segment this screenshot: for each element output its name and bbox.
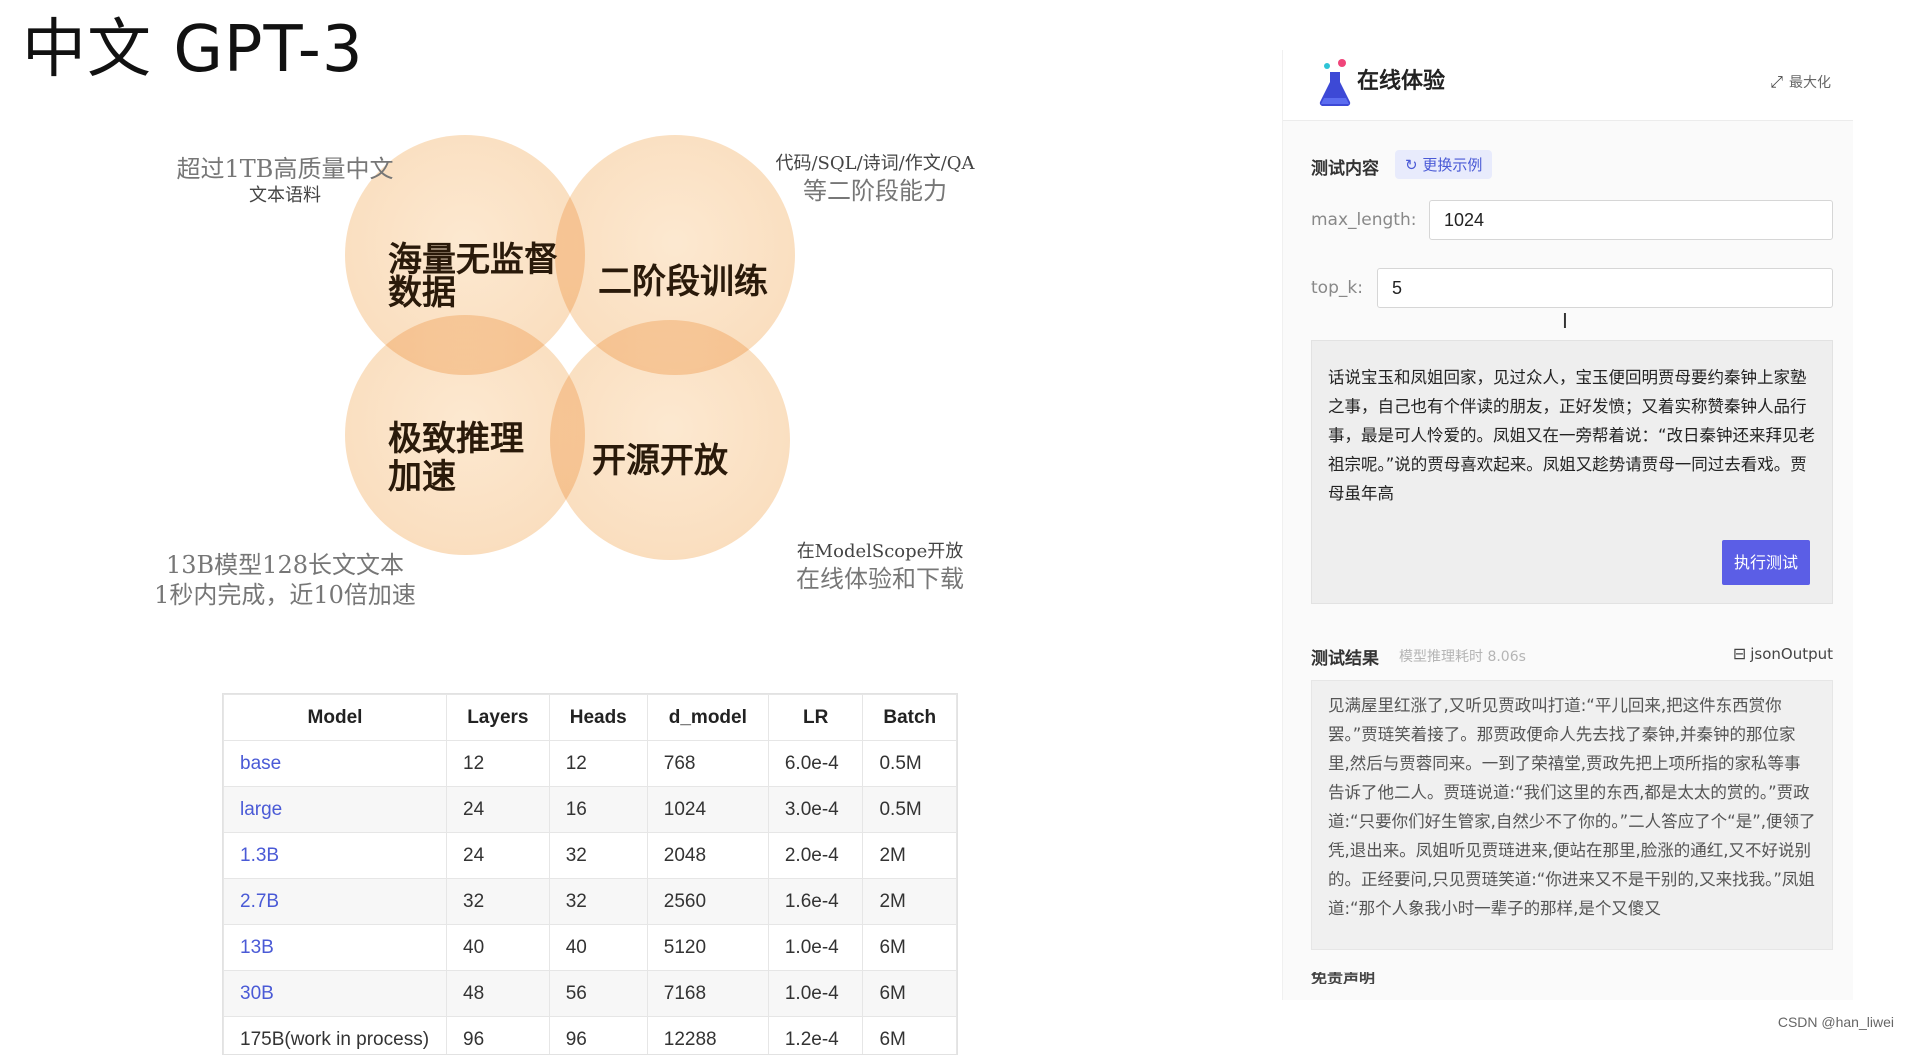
cell: 12288 [647, 1017, 768, 1055]
cell: 40 [549, 925, 647, 971]
table-header-row: Model Layers Heads d_model LR Batch [224, 695, 957, 741]
maximize-button[interactable]: ⤢ 最大化 [1770, 68, 1831, 97]
cell: 2M [863, 833, 957, 879]
table-row: 13B 40 40 5120 1.0e-4 6M [224, 925, 957, 971]
top-k-input[interactable]: 5 [1377, 268, 1833, 308]
json-output-label: jsonOutput [1750, 645, 1833, 663]
prompt-textarea[interactable]: 话说宝玉和凤姐回家，见过众人，宝玉便回明贾母要约秦钟上家塾之事，自己也有个伴读的… [1311, 340, 1833, 604]
cell: 1.0e-4 [768, 971, 863, 1017]
model-name: 175B(work in process) [224, 1017, 447, 1055]
panel-header: 在线体验 ⤢ 最大化 [1283, 50, 1853, 121]
maximize-icon: ⤢ [1770, 72, 1783, 91]
panel-title: 在线体验 [1357, 64, 1445, 100]
text-cursor-icon: I [1562, 310, 1572, 332]
cell: 2560 [647, 879, 768, 925]
table-row: base 12 12 768 6.0e-4 0.5M [224, 741, 957, 787]
note-speed: 13B模型128长文文本 1秒内完成，近10倍加速 [130, 550, 440, 610]
cell: 6M [863, 925, 957, 971]
cell: 16 [549, 787, 647, 833]
cell: 96 [447, 1017, 550, 1055]
model-table: Model Layers Heads d_model LR Batch base… [222, 693, 958, 1055]
cell: 6M [863, 1017, 957, 1055]
flask-icon [1315, 58, 1355, 108]
model-link[interactable]: 30B [224, 971, 447, 1017]
col-lr: LR [768, 695, 863, 741]
note-capabilities: 代码/SQL/诗词/作文/QA 等二阶段能力 [755, 152, 995, 206]
inference-time: 模型推理耗时 8.06s [1399, 646, 1526, 666]
result-label: 测试结果 [1311, 644, 1379, 669]
model-link[interactable]: base [224, 741, 447, 787]
max-length-label: max_length: [1311, 210, 1416, 230]
venn-label-inference: 极致推理 加速 [388, 420, 524, 496]
test-content-label: 测试内容 [1311, 154, 1379, 179]
json-icon: ⊟ [1733, 644, 1746, 663]
cell: 96 [549, 1017, 647, 1055]
result-output: 见满屋里红涨了,又听见贾政叫打道:“平儿回来,把这件东西赏你罢。”贾琏笑着接了。… [1311, 680, 1833, 950]
model-link[interactable]: 2.7B [224, 879, 447, 925]
table-row: 175B(work in process) 96 96 12288 1.2e-4… [224, 1017, 957, 1055]
col-model: Model [224, 695, 447, 741]
note-corpus: 超过1TB高质量中文 文本语料 [160, 154, 410, 208]
change-example-label: 更换示例 [1422, 156, 1482, 174]
cell: 32 [549, 879, 647, 925]
prompt-text: 话说宝玉和凤姐回家，见过众人，宝玉便回明贾母要约秦钟上家塾之事，自己也有个伴读的… [1328, 368, 1815, 503]
result-header: 测试结果 模型推理耗时 8.06s ⊟jsonOutput [1311, 640, 1833, 670]
cell: 1024 [647, 787, 768, 833]
max-length-input[interactable]: 1024 [1429, 200, 1833, 240]
table-row: 1.3B 24 32 2048 2.0e-4 2M [224, 833, 957, 879]
cell: 0.5M [863, 741, 957, 787]
table-row: 2.7B 32 32 2560 1.6e-4 2M [224, 879, 957, 925]
cell: 24 [447, 787, 550, 833]
online-demo-panel: 在线体验 ⤢ 最大化 测试内容 ↻ 更换示例 max_length: 1024 t… [1282, 50, 1853, 1000]
cell: 2048 [647, 833, 768, 879]
col-batch: Batch [863, 695, 957, 741]
col-layers: Layers [447, 695, 550, 741]
cell: 2.0e-4 [768, 833, 863, 879]
cell: 12 [549, 741, 647, 787]
venn-label-open: 开源开放 [592, 444, 728, 478]
cell: 12 [447, 741, 550, 787]
cell: 32 [447, 879, 550, 925]
cell: 5120 [647, 925, 768, 971]
cell: 1.0e-4 [768, 925, 863, 971]
cell: 32 [549, 833, 647, 879]
venn-label-training: 二阶段训练 [598, 265, 768, 299]
venn-label-data: 海量无监督 数据 [388, 244, 558, 310]
run-test-button[interactable]: 执行测试 [1722, 540, 1810, 585]
maximize-label: 最大化 [1789, 75, 1831, 91]
cell: 40 [447, 925, 550, 971]
cell: 56 [549, 971, 647, 1017]
cell: 24 [447, 833, 550, 879]
top-k-label: top_k: [1311, 278, 1363, 298]
cell: 1.2e-4 [768, 1017, 863, 1055]
model-link[interactable]: large [224, 787, 447, 833]
cell: 2M [863, 879, 957, 925]
refresh-icon: ↻ [1405, 156, 1422, 174]
result-text: 见满屋里红涨了,又听见贾政叫打道:“平儿回来,把这件东西赏你罢。”贾琏笑着接了。… [1328, 696, 1816, 918]
cell: 768 [647, 741, 768, 787]
cell: 6M [863, 971, 957, 1017]
col-d-model: d_model [647, 695, 768, 741]
json-output-toggle[interactable]: ⊟jsonOutput [1733, 644, 1833, 663]
cell: 3.0e-4 [768, 787, 863, 833]
watermark-credit: CSDN @han_liwei [1778, 1014, 1894, 1030]
table-row: 30B 48 56 7168 1.0e-4 6M [224, 971, 957, 1017]
note-modelscope: 在ModelScope开放 在线体验和下载 [770, 540, 990, 594]
model-link[interactable]: 1.3B [224, 833, 447, 879]
change-example-button[interactable]: ↻ 更换示例 [1395, 150, 1492, 179]
model-link[interactable]: 13B [224, 925, 447, 971]
cell: 48 [447, 971, 550, 1017]
col-heads: Heads [549, 695, 647, 741]
disclaimer-label: 免责声明 [1311, 972, 1375, 984]
venn-circle-open [550, 320, 790, 560]
cell: 7168 [647, 971, 768, 1017]
cell: 6.0e-4 [768, 741, 863, 787]
cell: 0.5M [863, 787, 957, 833]
table-row: large 24 16 1024 3.0e-4 0.5M [224, 787, 957, 833]
feature-venn-diagram: 海量无监督 数据 二阶段训练 极致推理 加速 开源开放 超过1TB高质量中文 文… [0, 0, 1000, 640]
cell: 1.6e-4 [768, 879, 863, 925]
